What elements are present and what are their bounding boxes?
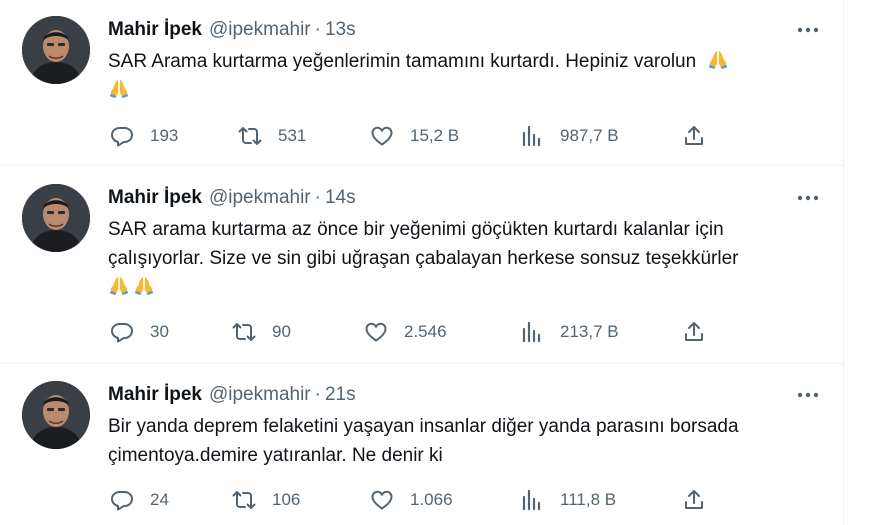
folded-hands-emoji [108, 77, 130, 99]
bar-chart-icon [522, 489, 541, 511]
like-count: 15,2 B [410, 126, 460, 145]
reply-count: 24 [150, 490, 169, 509]
more-dots-icon[interactable] [795, 17, 821, 43]
like-count: 2.546 [404, 322, 447, 341]
tweet-header: Mahir İpek @ipekmahir · 13s [108, 17, 356, 43]
retweet-button[interactable]: 90 [232, 318, 291, 346]
view-count: 213,7 B [560, 322, 619, 341]
retweet-arrows-icon [238, 127, 262, 145]
like-button[interactable]: 15,2 B [370, 122, 459, 150]
share-button[interactable] [682, 122, 706, 150]
avatar-image [22, 184, 90, 252]
bar-chart-icon [522, 125, 541, 147]
share-button[interactable] [682, 318, 706, 346]
bar-chart-icon [522, 321, 541, 343]
author-name[interactable]: Mahir İpek [108, 384, 202, 406]
tweet-header: Mahir İpek @ipekmahir · 14s [108, 185, 356, 211]
reply-count: 193 [150, 126, 179, 145]
tweet[interactable]: Mahir İpek @ipekmahir · 21s Bir yanda de… [0, 364, 843, 525]
tweet[interactable]: Mahir İpek @ipekmahir · 13s SAR Arama ku… [0, 0, 843, 166]
reply-button[interactable]: 193 [110, 122, 178, 150]
avatar-image [22, 381, 90, 449]
like-button[interactable]: 1.066 [370, 486, 453, 514]
author-handle[interactable]: @ipekmahir [209, 187, 311, 209]
retweet-button[interactable]: 531 [238, 122, 306, 150]
retweet-count: 90 [272, 322, 291, 341]
share-upload-icon [685, 126, 703, 145]
reply-bubble-icon [111, 323, 133, 343]
tweet-actions: 24 106 1.066 111,8 B [108, 486, 728, 514]
retweet-button[interactable]: 106 [232, 486, 300, 514]
reply-count: 30 [150, 322, 169, 341]
avatar[interactable] [22, 16, 90, 84]
tweet-text-content: Bir yanda deprem felaketini yaşayan insa… [108, 416, 739, 466]
reply-button[interactable]: 30 [110, 318, 169, 346]
heart-icon [371, 490, 393, 510]
retweet-count: 531 [278, 126, 307, 145]
views-button[interactable]: 111,8 B [520, 486, 616, 514]
author-handle[interactable]: @ipekmahir [209, 384, 311, 406]
feed-divider [843, 0, 844, 525]
tweet-text-content: SAR arama kurtarma az önce bir yeğenimi … [108, 219, 739, 269]
tweet-feed: Mahir İpek @ipekmahir · 13s SAR Arama ku… [0, 0, 843, 525]
tweet-text: SAR arama kurtarma az önce bir yeğenimi … [108, 215, 823, 302]
retweet-arrows-icon [232, 491, 256, 509]
author-handle[interactable]: @ipekmahir [209, 19, 311, 41]
reply-button[interactable]: 24 [110, 486, 169, 514]
timestamp[interactable]: 14s [325, 187, 356, 209]
tweet-actions: 30 90 2.546 213,7 B [108, 318, 728, 346]
views-button[interactable]: 213,7 B [520, 318, 619, 346]
reply-bubble-icon [111, 491, 133, 511]
tweet-actions: 193 531 15,2 B 987,7 B [108, 122, 728, 150]
avatar[interactable] [22, 184, 90, 252]
author-name[interactable]: Mahir İpek [108, 187, 202, 209]
view-count: 987,7 B [560, 126, 619, 145]
retweet-arrows-icon [232, 323, 256, 341]
share-upload-icon [685, 490, 703, 509]
folded-hands-emoji [707, 48, 729, 70]
heart-icon [365, 322, 387, 342]
more-dots-icon[interactable] [795, 185, 821, 211]
separator-dot: · [314, 384, 321, 405]
reply-bubble-icon [111, 127, 133, 147]
like-count: 1.066 [410, 490, 453, 509]
avatar[interactable] [22, 381, 90, 449]
avatar-image [22, 16, 90, 84]
retweet-count: 106 [272, 490, 301, 509]
timestamp[interactable]: 21s [325, 384, 356, 406]
folded-hands-emoji [108, 274, 130, 296]
tweet-text-content: SAR Arama kurtarma yeğenlerimin tamamını… [108, 51, 697, 72]
tweet[interactable]: Mahir İpek @ipekmahir · 14s SAR arama ku… [0, 166, 843, 364]
share-button[interactable] [682, 486, 706, 514]
tweet-header: Mahir İpek @ipekmahir · 21s [108, 382, 356, 408]
separator-dot: · [314, 19, 321, 40]
author-name[interactable]: Mahir İpek [108, 19, 202, 41]
heart-icon [371, 126, 393, 146]
folded-hands-emoji [133, 274, 155, 296]
view-count: 111,8 B [560, 490, 617, 509]
like-button[interactable]: 2.546 [364, 318, 447, 346]
separator-dot: · [314, 187, 321, 208]
more-dots-icon[interactable] [795, 382, 821, 408]
share-upload-icon [685, 322, 703, 341]
tweet-text: SAR Arama kurtarma yeğenlerimin tamamını… [108, 47, 823, 105]
views-button[interactable]: 987,7 B [520, 122, 619, 150]
timestamp[interactable]: 13s [325, 19, 356, 41]
tweet-text: Bir yanda deprem felaketini yaşayan insa… [108, 412, 768, 470]
